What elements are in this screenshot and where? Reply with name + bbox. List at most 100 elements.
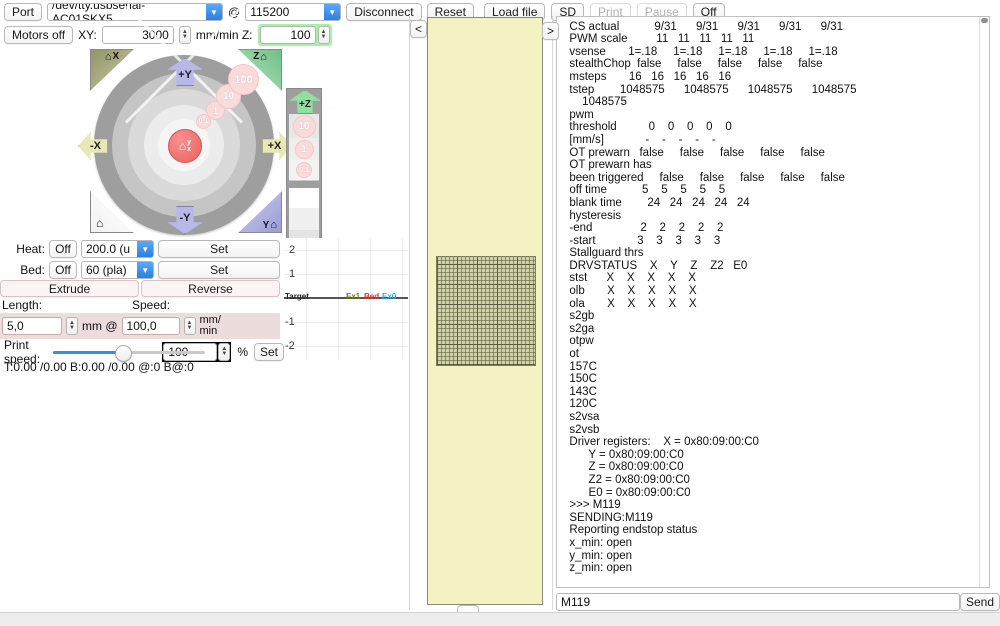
extrude-length-input[interactable]: 5,0	[2, 317, 62, 335]
gcode-viewer-panel: < ▪	[410, 16, 558, 610]
length-label: Length:	[2, 298, 72, 312]
y-tick-1: 1	[289, 268, 295, 280]
grid-line-v	[338, 238, 339, 360]
jog-step-label: 1	[213, 106, 218, 116]
baud-select-value: 115200	[246, 4, 324, 20]
home-icon: ⌂	[260, 51, 267, 63]
console-scrollbar[interactable]	[979, 17, 989, 588]
slider-fill	[53, 351, 121, 354]
hotend-toggle-button[interactable]: Off	[49, 240, 77, 258]
bed-row: Bed: Off 60 (pla) ▼ Set	[0, 261, 280, 279]
hotend-preset-value: 200.0 (u	[82, 241, 137, 257]
z-step-1-mark: 1	[295, 140, 314, 159]
temperature-graph[interactable]: 2 1 -1 -2 Target Ex1 Bed Ex0	[284, 238, 408, 360]
chevron-down-icon[interactable]: ▼	[137, 262, 153, 278]
legend-bed: Bed	[364, 292, 379, 301]
xy-center-y-label: y	[187, 139, 191, 146]
z-step-label: 0.1	[299, 167, 309, 174]
jog-step-label: 100	[234, 74, 252, 86]
print-speed-slider[interactable]	[53, 344, 156, 360]
percent-label: %	[237, 345, 248, 359]
panel-divider-right	[552, 16, 553, 610]
bed-toggle-button[interactable]: Off	[49, 261, 77, 279]
extrusion-parameters: Length: Speed: 5,0 ▲▼ mm @ 100,0 ▲▼ mm/ …	[0, 298, 280, 339]
extrude-speed-input[interactable]: 100,0	[122, 317, 180, 335]
jog-minus-y-label: -Y	[180, 212, 191, 224]
home-icon: ⌂	[179, 140, 186, 152]
home-icon: ⌂	[105, 51, 112, 63]
z-step-0.1[interactable]: 0.1	[289, 160, 319, 181]
z-step-10[interactable]: 10	[289, 114, 319, 139]
xy-center-x-label: x	[187, 146, 191, 153]
viewer-prev-button[interactable]: <	[410, 20, 427, 38]
hotend-preset-select[interactable]: 200.0 (u ▼	[81, 240, 154, 258]
console-log-text: Hold current 9/31 9/31 9/31 9/31 9/31 CS…	[563, 16, 983, 575]
grid-line-h	[284, 346, 408, 347]
chevron-down-icon[interactable]: ▼	[206, 4, 222, 20]
legend-target: Target	[285, 292, 309, 301]
chevron-down-icon[interactable]: ▼	[137, 241, 153, 257]
jog-minus-x-label: -X	[90, 140, 101, 152]
port-button[interactable]: Port	[4, 3, 42, 21]
home-icon: ⌂	[96, 216, 103, 230]
command-input[interactable]: M119	[556, 593, 960, 611]
z-step-label: 10	[298, 121, 309, 132]
z-step-1[interactable]: 1	[289, 138, 319, 161]
home-icon: ⌂	[270, 219, 277, 231]
extrude-speed-stepper[interactable]: ▲▼	[184, 317, 196, 335]
command-row: M119 Send	[556, 593, 1000, 611]
mm-at-label: mm @	[82, 319, 118, 333]
reverse-button[interactable]: Reverse	[141, 280, 280, 297]
hotend-set-button[interactable]: Set	[158, 240, 280, 258]
jog-plus-x-label: +X	[268, 140, 282, 152]
status-bar	[0, 612, 1000, 626]
temperature-status-line: T:0.00 /0.00 B:0.00 /0.00 @:0 B@:0	[4, 360, 194, 374]
baud-select[interactable]: 115200 ▼	[245, 3, 341, 21]
grid-line-h	[284, 274, 408, 275]
hotend-row: Heat: Off 200.0 (u ▼ Set	[0, 240, 280, 258]
bed-grid-pattern	[436, 256, 536, 366]
grid-line-h	[284, 322, 408, 323]
xy-jog-control[interactable]: 0.1 1 10 100 ⌂ y x +Y -Y -X	[62, 45, 310, 237]
console-panel: > Hold current 9/31 9/31 9/31 9/31 9/31 …	[556, 16, 1000, 610]
hotend-label: Heat:	[0, 242, 45, 256]
print-speed-set-button[interactable]: Set	[254, 343, 284, 361]
print-bed-view[interactable]	[427, 17, 543, 605]
temperature-controls: Heat: Off 200.0 (u ▼ Set Bed: Off 60 (pl…	[0, 240, 280, 282]
legend-ex1: Ex1	[346, 292, 360, 301]
jog-plus-z-label: +Z	[299, 99, 311, 110]
speed-units-line2: min	[200, 326, 221, 337]
control-panel: 0.1 1 10 100 ⌂ y x +Y -Y -X	[0, 40, 280, 600]
jog-step-100[interactable]: 100	[228, 64, 259, 95]
console-expand-button[interactable]: >	[542, 22, 559, 40]
speed-label: Speed:	[132, 298, 202, 312]
chevron-down-icon[interactable]: ▼	[324, 4, 340, 20]
console-scrollbar-thumb[interactable]	[981, 18, 988, 23]
extrude-button[interactable]: Extrude	[0, 280, 139, 297]
jog-plus-y-label: +Y	[178, 69, 192, 81]
z-step-10-mark: 10	[293, 115, 316, 138]
console-log[interactable]: Hold current 9/31 9/31 9/31 9/31 9/31 CS…	[556, 16, 990, 588]
panel-divider-left	[409, 16, 410, 610]
extrude-length-stepper[interactable]: ▲▼	[66, 317, 78, 335]
pronterface-window: Port /dev/tty.usbserial-AC01SKX5 ▼ @ 115…	[0, 0, 1000, 625]
z-feedrate-stepper[interactable]: ▲▼	[318, 26, 330, 44]
extrusion-buttons: Extrude Reverse	[0, 280, 280, 297]
print-speed-stepper[interactable]: ▲▼	[218, 343, 230, 361]
bed-set-button[interactable]: Set	[158, 261, 280, 279]
legend-ex0: Ex0	[382, 292, 396, 301]
y-tick-neg1: -1	[285, 316, 295, 328]
bed-preset-select[interactable]: 60 (pla) ▼	[81, 261, 154, 279]
z-step-neg-0.1[interactable]	[289, 188, 319, 209]
y-tick-2: 2	[289, 244, 295, 256]
z-step-neg-1[interactable]	[289, 208, 319, 231]
grid-line-h	[284, 250, 408, 251]
send-button[interactable]: Send	[960, 593, 1000, 611]
home-y-label: Y	[263, 220, 270, 231]
home-x-label: X	[112, 51, 119, 62]
z-step-0.1-mark: 0.1	[296, 162, 312, 178]
xy-center-home-button[interactable]: ⌂ y x	[168, 129, 202, 163]
grid-line-v	[402, 238, 403, 360]
y-tick-neg2: -2	[285, 340, 295, 352]
bed-preset-value: 60 (pla)	[82, 262, 137, 278]
